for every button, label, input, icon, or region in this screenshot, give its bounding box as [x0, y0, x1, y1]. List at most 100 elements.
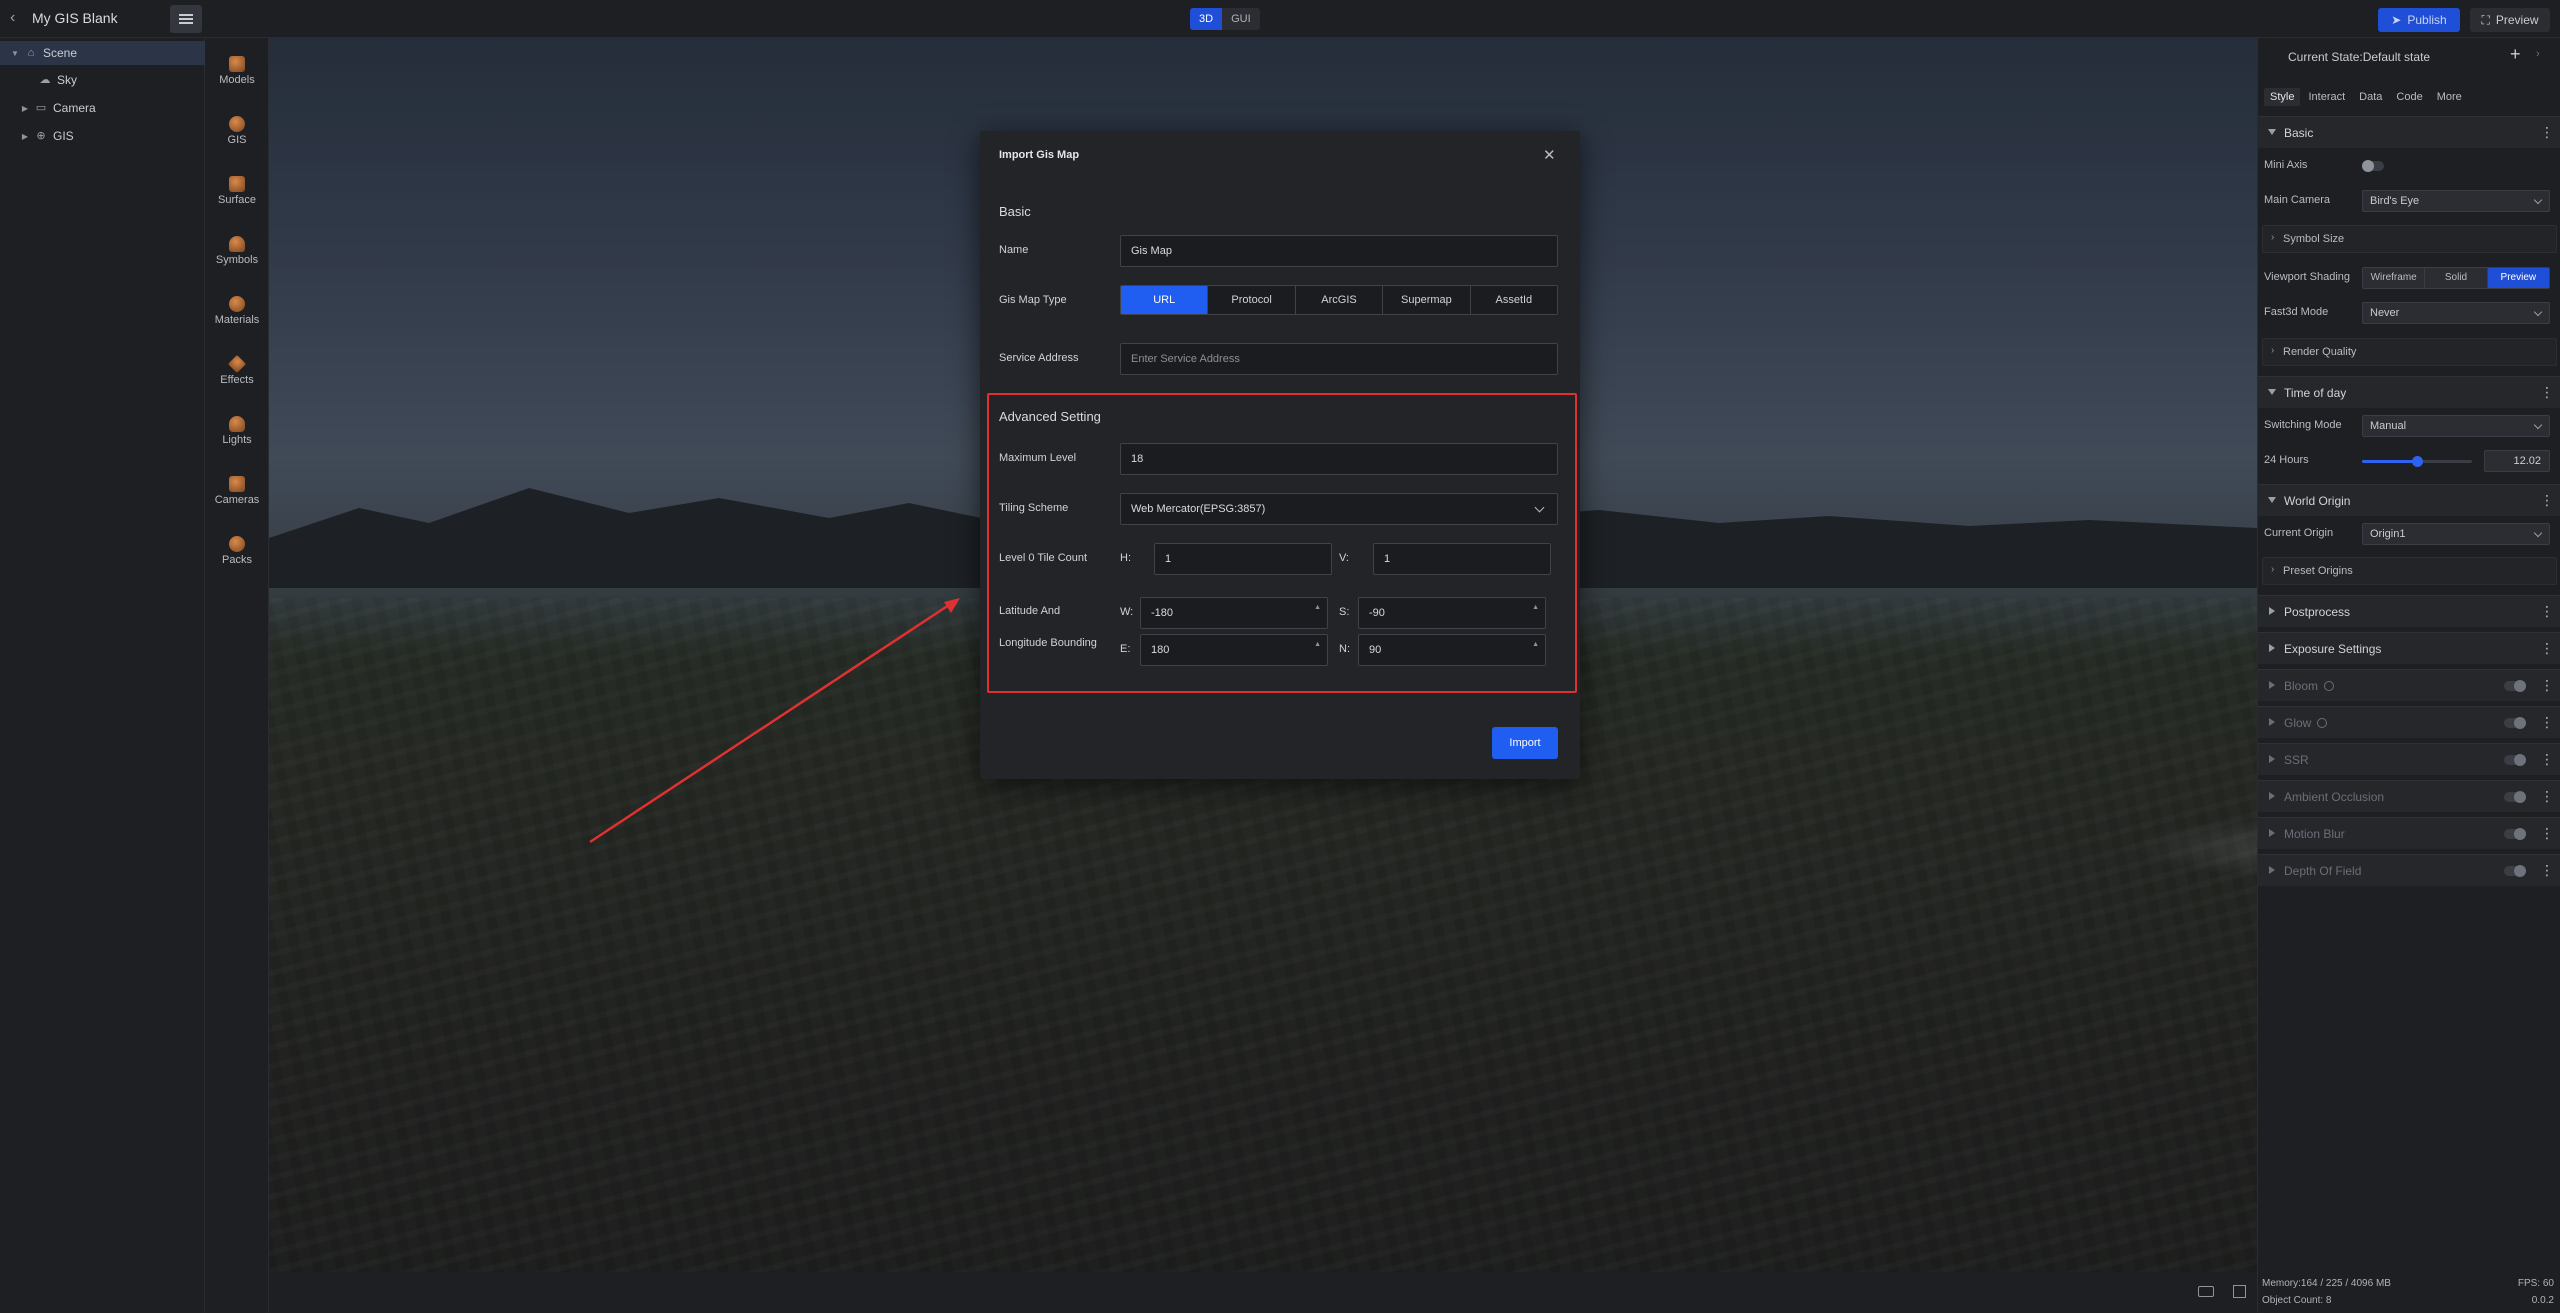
v-count-input[interactable]: 1 — [1373, 543, 1551, 575]
more-options-icon[interactable]: ⋮ — [2540, 788, 2554, 805]
spinner-icon[interactable]: ▲ — [1314, 641, 1321, 648]
info-icon[interactable] — [2317, 718, 2328, 728]
more-options-icon[interactable]: ⋮ — [2540, 384, 2554, 401]
service-address-input[interactable]: Enter Service Address — [1120, 343, 1558, 375]
type-url-option[interactable]: URL — [1121, 286, 1209, 314]
asset-cameras[interactable]: Cameras — [205, 468, 269, 518]
shading-wireframe[interactable]: Wireframe — [2363, 268, 2426, 288]
glow-toggle[interactable] — [2504, 717, 2526, 729]
back-arrow-icon[interactable]: ‹ — [10, 10, 26, 26]
name-input[interactable]: Gis Map — [1120, 235, 1558, 267]
asset-gis[interactable]: GIS — [205, 108, 269, 158]
h-count-input[interactable]: 1 — [1154, 543, 1332, 575]
preset-origins-group[interactable]: › Preset Origins — [2262, 557, 2557, 585]
depth-of-field-toggle[interactable] — [2504, 865, 2526, 877]
motion-blur-toggle[interactable] — [2504, 828, 2526, 840]
expand-icon[interactable] — [2233, 1285, 2246, 1298]
asset-lights[interactable]: Lights — [205, 408, 269, 458]
tree-item-scene[interactable]: ▼ ⌂ Scene — [0, 41, 205, 65]
mode-3d-button[interactable]: 3D — [1190, 8, 1223, 30]
section-motion-blur[interactable]: Motion Blur ⋮ — [2258, 817, 2560, 849]
section-time-of-day[interactable]: Time of day ⋮ — [2258, 376, 2560, 408]
south-input[interactable]: -90 ▲ — [1358, 597, 1546, 629]
slider-handle[interactable] — [2412, 456, 2423, 467]
hours-slider[interactable] — [2362, 456, 2472, 467]
bloom-toggle[interactable] — [2504, 680, 2526, 692]
caret-right-icon[interactable]: ▶ — [20, 132, 30, 141]
more-options-icon[interactable]: ⋮ — [2540, 677, 2554, 694]
shading-solid[interactable]: Solid — [2425, 268, 2488, 288]
info-icon[interactable] — [2324, 681, 2335, 691]
more-options-icon[interactable]: ⋮ — [2540, 751, 2554, 768]
north-input[interactable]: 90 ▲ — [1358, 634, 1546, 666]
section-ssr[interactable]: SSR ⋮ — [2258, 743, 2560, 775]
menu-button[interactable] — [170, 5, 202, 33]
current-origin-select[interactable]: Origin1 — [2362, 523, 2550, 545]
main-camera-select[interactable]: Bird's Eye — [2362, 190, 2550, 212]
ambient-occlusion-toggle[interactable] — [2504, 791, 2526, 803]
more-options-icon[interactable]: ⋮ — [2540, 640, 2554, 657]
more-options-icon[interactable]: ⋮ — [2540, 825, 2554, 842]
publish-button[interactable]: ➤ Publish — [2378, 8, 2460, 32]
ssr-toggle[interactable] — [2504, 754, 2526, 766]
section-basic[interactable]: Basic ⋮ — [2258, 116, 2560, 148]
section-title: World Origin — [2284, 494, 2351, 508]
tree-item-gis[interactable]: ▶ ⊕ GIS — [0, 124, 205, 148]
shading-preview[interactable]: Preview — [2487, 268, 2549, 288]
preview-button[interactable]: ⛶ Preview — [2470, 8, 2550, 32]
type-arcgis-option[interactable]: ArcGIS — [1295, 286, 1384, 314]
materials-icon — [229, 296, 245, 312]
asset-models[interactable]: Models — [205, 48, 269, 98]
more-options-icon[interactable]: ⋮ — [2540, 603, 2554, 620]
west-input[interactable]: -180 ▲ — [1140, 597, 1328, 629]
keyboard-icon[interactable] — [2198, 1286, 2214, 1297]
spinner-icon[interactable]: ▲ — [1314, 604, 1321, 611]
max-level-input[interactable]: 18 — [1120, 443, 1558, 475]
more-options-icon[interactable]: ⋮ — [2540, 862, 2554, 879]
tiling-scheme-select[interactable]: Web Mercator(EPSG:3857) — [1120, 493, 1558, 525]
hours-input[interactable]: 12.02 — [2484, 450, 2550, 472]
fast3d-select[interactable]: Never — [2362, 302, 2550, 324]
asset-symbols[interactable]: Symbols — [205, 228, 269, 278]
current-state-label[interactable]: Current State:Default state — [2288, 50, 2430, 64]
east-input[interactable]: 180 ▲ — [1140, 634, 1328, 666]
type-assetid-option[interactable]: AssetId — [1470, 286, 1557, 314]
asset-surface[interactable]: Surface — [205, 168, 269, 218]
tab-data[interactable]: Data — [2353, 88, 2388, 106]
section-world-origin[interactable]: World Origin ⋮ — [2258, 484, 2560, 516]
section-glow[interactable]: Glow ⋮ — [2258, 706, 2560, 738]
mode-gui-button[interactable]: GUI — [1222, 8, 1260, 30]
asset-effects[interactable]: Effects — [205, 348, 269, 398]
caret-right-icon[interactable]: ▶ — [20, 104, 30, 113]
asset-packs[interactable]: Packs — [205, 528, 269, 578]
symbol-size-group[interactable]: › Symbol Size — [2262, 225, 2557, 253]
tab-more[interactable]: More — [2431, 88, 2468, 106]
section-exposure[interactable]: Exposure Settings ⋮ — [2258, 632, 2560, 664]
switching-mode-select[interactable]: Manual — [2362, 415, 2550, 437]
spinner-icon[interactable]: ▲ — [1532, 641, 1539, 648]
spinner-icon[interactable]: ▲ — [1532, 604, 1539, 611]
tree-item-sky[interactable]: ☁ Sky — [0, 68, 205, 92]
type-supermap-option[interactable]: Supermap — [1383, 286, 1471, 314]
asset-materials[interactable]: Materials — [205, 288, 269, 338]
section-bloom[interactable]: Bloom ⋮ — [2258, 669, 2560, 701]
tab-code[interactable]: Code — [2390, 88, 2428, 106]
caret-down-icon[interactable]: ▼ — [10, 49, 20, 58]
mini-axis-toggle[interactable] — [2362, 160, 2384, 172]
more-options-icon[interactable]: ⋮ — [2540, 492, 2554, 509]
section-depth-of-field[interactable]: Depth Of Field ⋮ — [2258, 854, 2560, 886]
asset-label: GIS — [227, 134, 247, 146]
import-button[interactable]: Import — [1492, 727, 1558, 759]
more-options-icon[interactable]: ⋮ — [2540, 714, 2554, 731]
close-icon[interactable]: ✕ — [1543, 148, 1556, 163]
tab-style[interactable]: Style — [2264, 88, 2301, 106]
tab-interact[interactable]: Interact — [2302, 88, 2351, 106]
add-state-icon[interactable]: + — [2510, 44, 2521, 65]
more-options-icon[interactable]: ⋮ — [2540, 124, 2554, 141]
section-ambient-occlusion[interactable]: Ambient Occlusion ⋮ — [2258, 780, 2560, 812]
type-protocol-option[interactable]: Protocol — [1208, 286, 1296, 314]
section-postprocess[interactable]: Postprocess ⋮ — [2258, 595, 2560, 627]
render-quality-group[interactable]: › Render Quality — [2262, 338, 2557, 366]
tree-item-camera[interactable]: ▶ ▭ Camera — [0, 96, 205, 120]
chevron-right-icon[interactable]: › — [2536, 48, 2540, 60]
